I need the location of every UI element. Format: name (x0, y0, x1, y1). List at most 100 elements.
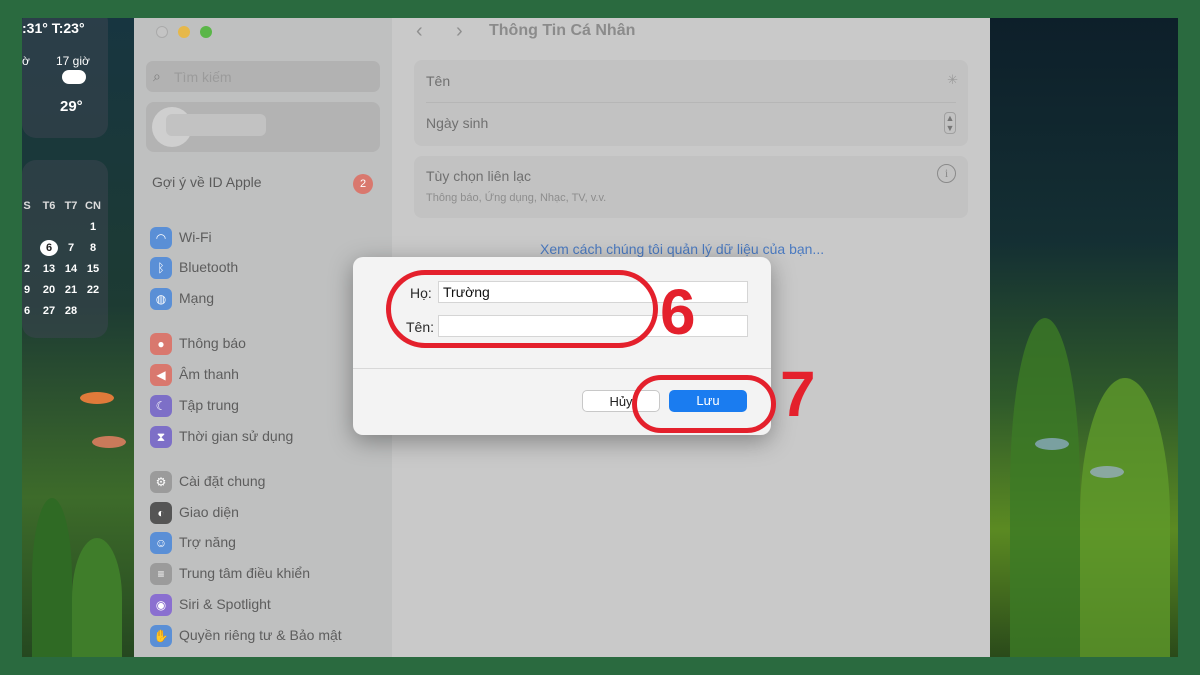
calendar-day (38, 219, 60, 235)
calendar-day: 6 (23, 305, 31, 317)
sidebar-item[interactable]: ◀ Âm thanh (150, 363, 380, 387)
calendar-weekday: T7 (64, 200, 78, 212)
step-number-6: 6 (660, 276, 696, 348)
calendar-day: 28 (64, 305, 78, 317)
fish-decoration (80, 392, 114, 404)
calendar-grid: S T6 T7 CN 1 6 7 8 2 13 14 15 9 20 21 22 6 27 28 (22, 198, 104, 319)
sidebar-item[interactable]: ⚙ Cài đặt chung (150, 470, 380, 494)
sidebar-item[interactable]: ᛒ Bluetooth (150, 256, 380, 280)
date-stepper[interactable]: ▲ ▼ (944, 112, 956, 134)
calendar-day: 20 (42, 284, 56, 296)
calendar-day (60, 219, 82, 235)
wallpaper-right (990, 18, 1178, 657)
calendar-widget[interactable]: S T6 T7 CN 1 6 7 8 2 13 14 15 9 20 21 22 6 27 28 (22, 160, 108, 338)
calendar-day: 9 (23, 284, 31, 296)
sidebar-item-label: Wi-Fi (179, 229, 212, 245)
page-title: Thông Tin Cá Nhân (489, 22, 636, 39)
calendar-day: 7 (67, 242, 75, 254)
appearance-icon: ◐ (150, 502, 172, 524)
fish-decoration (1090, 466, 1124, 478)
siri-icon: ◉ (150, 594, 172, 616)
calendar-day: 2 (23, 263, 31, 275)
sidebar-item[interactable]: ☺ Trợ năng (150, 531, 380, 555)
sidebar-item[interactable]: ◍ Mạng (150, 287, 380, 311)
sidebar-item[interactable]: ● Thông báo (150, 332, 380, 356)
highlight-ring-save (632, 375, 776, 433)
notification-badge: 2 (353, 174, 373, 194)
contact-options-description: Thông báo, Ứng dụng, Nhạc, TV, v.v. (426, 192, 607, 204)
calendar-day: 8 (89, 242, 97, 254)
sidebar-item-label: Giao diện (179, 504, 239, 520)
apple-id-suggestions[interactable]: Gợi ý về ID Apple (152, 174, 262, 190)
control-center-icon: ≡ (150, 563, 172, 585)
sidebar-item-label: Âm thanh (179, 366, 239, 382)
search-input[interactable]: ⌕ Tìm kiếm (146, 61, 380, 92)
calendar-day: 13 (42, 263, 56, 275)
spinner-icon: ✳ (947, 72, 958, 87)
weather-hour: 17 giờ (56, 54, 90, 68)
minimize-button[interactable] (178, 26, 190, 38)
calendar-day: 14 (64, 263, 78, 275)
calendar-weekday: S (23, 200, 31, 212)
contact-options-card[interactable]: Tùy chọn liên lạc Thông báo, Ứng dụng, N… (414, 156, 968, 218)
close-button[interactable] (156, 26, 168, 38)
moon-icon: ☾ (150, 395, 172, 417)
sidebar-item[interactable]: ◠ Wi-Fi (150, 226, 380, 250)
step-number-7: 7 (780, 358, 816, 430)
sidebar-item-label: Tập trung (179, 397, 239, 413)
fish-decoration (1035, 438, 1069, 450)
hand-icon: ✋ (150, 625, 172, 647)
sidebar-item-label: Mạng (179, 290, 215, 306)
calendar-day (22, 219, 38, 235)
gear-icon: ⚙ (150, 471, 172, 493)
calendar-day (82, 303, 104, 319)
wifi-icon: ◠ (150, 227, 172, 249)
sidebar-item-label: Bluetooth (179, 259, 239, 275)
dialog-divider (353, 368, 771, 369)
search-icon: ⌕ (153, 68, 161, 84)
data-management-link[interactable]: Xem cách chúng tôi quản lý dữ liệu của b… (540, 241, 824, 257)
search-placeholder: Tìm kiếm (174, 69, 232, 85)
sidebar-item[interactable]: ☾ Tập trung (150, 394, 380, 418)
bluetooth-icon: ᛒ (150, 257, 172, 279)
sidebar-item-label: Trợ năng (179, 534, 236, 550)
globe-icon: ◍ (150, 288, 172, 310)
speaker-icon: ◀ (150, 364, 172, 386)
name-label: Tên (426, 73, 451, 89)
info-icon[interactable]: i (937, 164, 956, 183)
weather-temp: 29° (60, 98, 83, 115)
weather-range: :31° T:23° (22, 20, 85, 36)
forward-chevron-icon[interactable]: › (456, 20, 463, 43)
calendar-day (22, 240, 38, 256)
back-chevron-icon[interactable]: ‹ (416, 20, 423, 43)
sidebar-item-label: Thời gian sử dụng (179, 428, 294, 444)
calendar-day: 1 (89, 221, 97, 233)
cloud-icon (62, 70, 86, 84)
calendar-day: 6 (40, 240, 58, 256)
sidebar-item[interactable]: ◐ Giao diện (150, 501, 380, 525)
zoom-button[interactable] (200, 26, 212, 38)
sidebar-item[interactable]: ✋ Quyền riêng tư & Bảo mật (150, 624, 380, 648)
calendar-weekday: T6 (42, 200, 56, 212)
calendar-weekday: CN (85, 200, 101, 212)
weather-hour-partial: ờ (22, 54, 30, 68)
apple-id-profile[interactable] (146, 102, 380, 152)
birthday-label: Ngày sinh (426, 115, 489, 131)
accessibility-icon: ☺ (150, 532, 172, 554)
sidebar-item[interactable]: ◉ Siri & Spotlight (150, 593, 380, 617)
highlight-ring-fields (386, 270, 658, 348)
contact-options-label: Tùy chọn liên lạc (426, 168, 532, 184)
divider (426, 102, 956, 103)
sidebar-item[interactable]: ≡ Trung tâm điều khiển (150, 562, 380, 586)
calendar-day: 27 (42, 305, 56, 317)
calendar-day: 15 (86, 263, 100, 275)
weather-widget[interactable]: :31° T:23° ờ 17 giờ 29° (22, 18, 108, 138)
sidebar-item[interactable]: ⧗ Thời gian sử dụng (150, 425, 380, 449)
sidebar-item-label: Trung tâm điều khiển (179, 565, 310, 581)
sidebar-item-label: Quyền riêng tư & Bảo mật (179, 627, 342, 643)
sidebar-item-label: Siri & Spotlight (179, 596, 271, 612)
sidebar-item-label: Cài đặt chung (179, 473, 266, 489)
name-birthday-card: Tên ✳ Ngày sinh ▲ ▼ (414, 60, 968, 146)
fish-decoration (92, 436, 126, 448)
calendar-day: 22 (86, 284, 100, 296)
